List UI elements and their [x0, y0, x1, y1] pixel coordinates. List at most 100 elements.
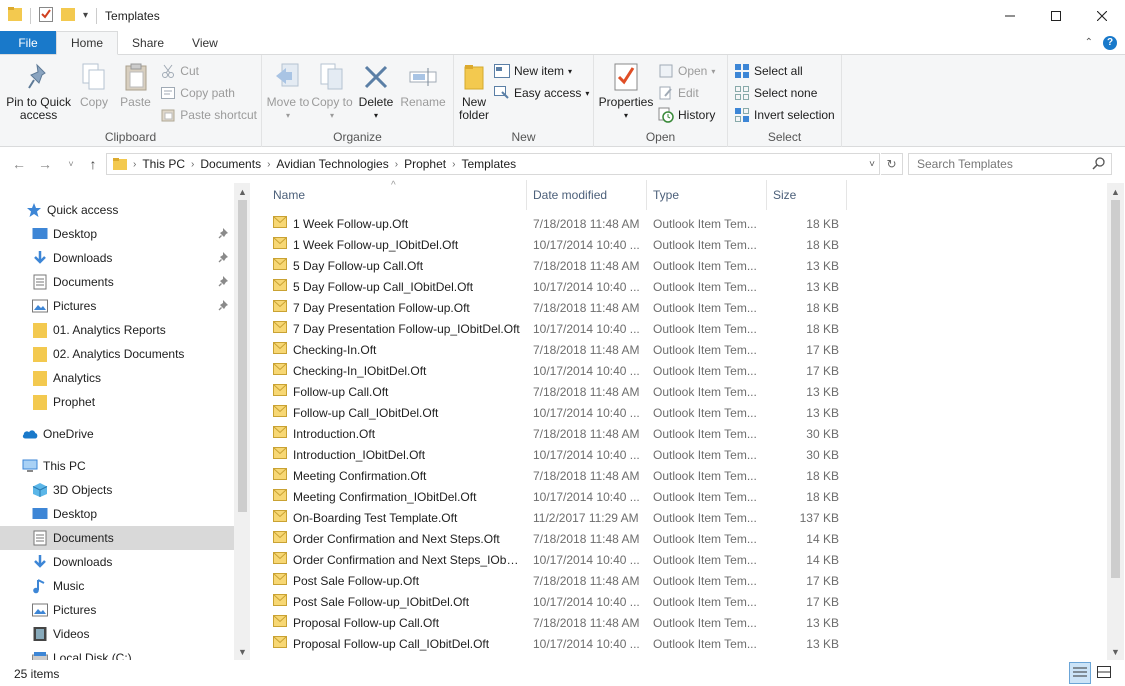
email-template-icon: [273, 510, 287, 525]
file-row[interactable]: Introduction.Oft 7/18/2018 11:48 AM Outloo…: [267, 423, 847, 444]
scroll-up-icon[interactable]: ▲: [234, 183, 250, 200]
sidebar-item-desktop[interactable]: Desktop: [0, 222, 234, 246]
file-row[interactable]: Order Confirmation and Next Steps.Oft 7/1…: [267, 528, 847, 549]
details-view-button[interactable]: [1069, 662, 1091, 684]
file-row[interactable]: Order Confirmation and Next Steps_IObit.…: [267, 549, 847, 570]
customize-toolbar-icon[interactable]: ▾: [83, 10, 88, 21]
invert-selection-button[interactable]: Invert selection: [734, 107, 835, 123]
address-bar[interactable]: › This PC › Documents › Avidian Technolo…: [106, 153, 880, 175]
pin-icon[interactable]: [218, 275, 230, 290]
cut-button[interactable]: Cut: [160, 63, 257, 79]
scroll-down-icon[interactable]: ▼: [234, 643, 250, 660]
new-folder-icon[interactable]: [61, 6, 75, 25]
sidebar-item-pc-local-disk-c[interactable]: Local Disk (C:): [0, 646, 234, 660]
tab-view[interactable]: View: [178, 31, 232, 54]
file-row[interactable]: Checking-In_IObitDel.Oft 10/17/2014 10:40…: [267, 360, 847, 381]
pin-icon[interactable]: [218, 299, 230, 314]
close-button[interactable]: [1079, 0, 1125, 31]
edit-button[interactable]: Edit: [658, 85, 715, 101]
select-none-button[interactable]: Select none: [734, 85, 835, 101]
select-all-button[interactable]: Select all: [734, 63, 835, 79]
forward-button[interactable]: →: [34, 153, 56, 175]
tab-home[interactable]: Home: [56, 31, 119, 55]
nav-pane-scrollbar[interactable]: ▲ ▼: [234, 183, 250, 660]
file-row[interactable]: 5 Day Follow-up Call.Oft 7/18/2018 11:48 …: [267, 255, 847, 276]
sidebar-item-pc-3d-objects[interactable]: 3D Objects: [0, 478, 234, 502]
file-row[interactable]: Follow-up Call_IObitDel.Oft 10/17/2014 10…: [267, 402, 847, 423]
sidebar-item-02-analytics-documents[interactable]: 02. Analytics Documents: [0, 342, 234, 366]
minimize-button[interactable]: [987, 0, 1033, 31]
file-row[interactable]: Post Sale Follow-up_IObitDel.Oft 10/17/20…: [267, 591, 847, 612]
scroll-down-icon[interactable]: ▼: [1107, 643, 1124, 660]
column-header-type[interactable]: Type: [647, 180, 767, 210]
scroll-up-icon[interactable]: ▲: [1107, 183, 1124, 200]
history-button[interactable]: History: [658, 107, 715, 123]
file-row[interactable]: Proposal Follow-up Call_IObitDel.Oft 10/1…: [267, 633, 847, 654]
maximize-button[interactable]: [1033, 0, 1079, 31]
open-button[interactable]: Open ▾: [658, 63, 715, 79]
paste-shortcut-button[interactable]: Paste shortcut: [160, 107, 257, 123]
file-row[interactable]: Meeting Confirmation.Oft 7/18/2018 11:48 …: [267, 465, 847, 486]
file-date-modified: 7/18/2018 11:48 AM: [533, 342, 640, 357]
file-row[interactable]: 7 Day Presentation Follow-up.Oft 7/18/201…: [267, 297, 847, 318]
sidebar-item-pc-music[interactable]: Music: [0, 574, 234, 598]
sidebar-item-pictures[interactable]: Pictures: [0, 294, 234, 318]
pin-icon[interactable]: [218, 227, 230, 242]
copy-path-button[interactable]: Copy path: [160, 85, 257, 101]
file-row[interactable]: Checking-In.Oft 7/18/2018 11:48 AM Outlook…: [267, 339, 847, 360]
sidebar-item-pc-desktop[interactable]: Desktop: [0, 502, 234, 526]
sidebar-item-01-analytics-reports[interactable]: 01. Analytics Reports: [0, 318, 234, 342]
tab-file[interactable]: File: [0, 31, 56, 54]
sidebar-item-pc-pictures[interactable]: Pictures: [0, 598, 234, 622]
breadcrumb-prophet[interactable]: Prophet: [404, 157, 446, 171]
breadcrumb-documents[interactable]: Documents: [200, 157, 261, 171]
help-icon[interactable]: ?: [1103, 35, 1117, 50]
file-size: 18 KB: [806, 300, 839, 315]
refresh-button[interactable]: ↻: [881, 153, 903, 175]
file-row[interactable]: On-Boarding Test Template.Oft 11/2/2017 1…: [267, 507, 847, 528]
search-input[interactable]: [917, 157, 1087, 171]
file-row[interactable]: 5 Day Follow-up Call_IObitDel.Oft 10/17/2…: [267, 276, 847, 297]
column-header-name[interactable]: Name: [267, 180, 527, 210]
properties-check-icon[interactable]: [39, 6, 53, 25]
sidebar-item-documents[interactable]: Documents: [0, 270, 234, 294]
file-row[interactable]: Follow-up Call.Oft 7/18/2018 11:48 AM Outl…: [267, 381, 847, 402]
sidebar-item-pc-documents[interactable]: Documents: [0, 526, 234, 550]
file-name: Post Sale Follow-up.Oft: [293, 573, 420, 588]
file-row[interactable]: 1 Week Follow-up.Oft 7/18/2018 11:48 AM Ou…: [267, 213, 847, 234]
sidebar-item-pc-videos[interactable]: Videos: [0, 622, 234, 646]
breadcrumb-this-pc[interactable]: This PC: [142, 157, 185, 171]
collapse-ribbon-icon[interactable]: ⌃: [1085, 37, 1093, 48]
file-row[interactable]: Post Sale Follow-up.Oft 7/18/2018 11:48 A…: [267, 570, 847, 591]
easy-access-button[interactable]: Easy access ▾: [494, 85, 589, 101]
sidebar-item-analytics[interactable]: Analytics: [0, 366, 234, 390]
large-icons-view-button[interactable]: [1093, 662, 1115, 684]
file-row[interactable]: Meeting Confirmation_IObitDel.Oft 10/17/2…: [267, 486, 847, 507]
file-row[interactable]: Introduction_IObitDel.Oft 10/17/2014 10:4…: [267, 444, 847, 465]
file-row[interactable]: Proposal Follow-up Call.Oft 7/18/2018 11:…: [267, 612, 847, 633]
nav-this-pc[interactable]: This PC: [0, 454, 234, 478]
nav-onedrive[interactable]: OneDrive: [0, 422, 234, 446]
sidebar-item-pc-downloads[interactable]: Downloads: [0, 550, 234, 574]
sidebar-item-downloads[interactable]: Downloads: [0, 246, 234, 270]
back-button[interactable]: ←: [8, 153, 30, 175]
recent-locations-button[interactable]: ˅: [60, 153, 82, 175]
pin-icon[interactable]: [218, 251, 230, 266]
file-row[interactable]: 1 Week Follow-up_IObitDel.Oft 10/17/2014 …: [267, 234, 847, 255]
scrollbar-thumb[interactable]: [1111, 200, 1120, 578]
sidebar-item-prophet[interactable]: Prophet: [0, 390, 234, 414]
scrollbar-thumb[interactable]: [238, 200, 247, 512]
column-header-date-modified[interactable]: Date modified: [527, 180, 647, 210]
email-template-icon: [273, 279, 287, 294]
address-dropdown-icon[interactable]: ˅: [869, 159, 875, 170]
breadcrumb-avidian-technologies[interactable]: Avidian Technologies: [276, 157, 388, 171]
file-row[interactable]: 7 Day Presentation Follow-up_IObitDel.Of…: [267, 318, 847, 339]
nav-quick-access[interactable]: Quick access: [0, 198, 234, 222]
breadcrumb-templates[interactable]: Templates: [461, 157, 516, 171]
organize-group-label: Organize: [333, 130, 382, 144]
column-header-size[interactable]: Size: [767, 180, 847, 210]
up-button[interactable]: ↑: [82, 153, 104, 175]
tab-share[interactable]: Share: [118, 31, 178, 54]
new-item-button[interactable]: New item ▾: [494, 63, 589, 79]
file-list-scrollbar[interactable]: ▲ ▼: [1107, 183, 1124, 660]
